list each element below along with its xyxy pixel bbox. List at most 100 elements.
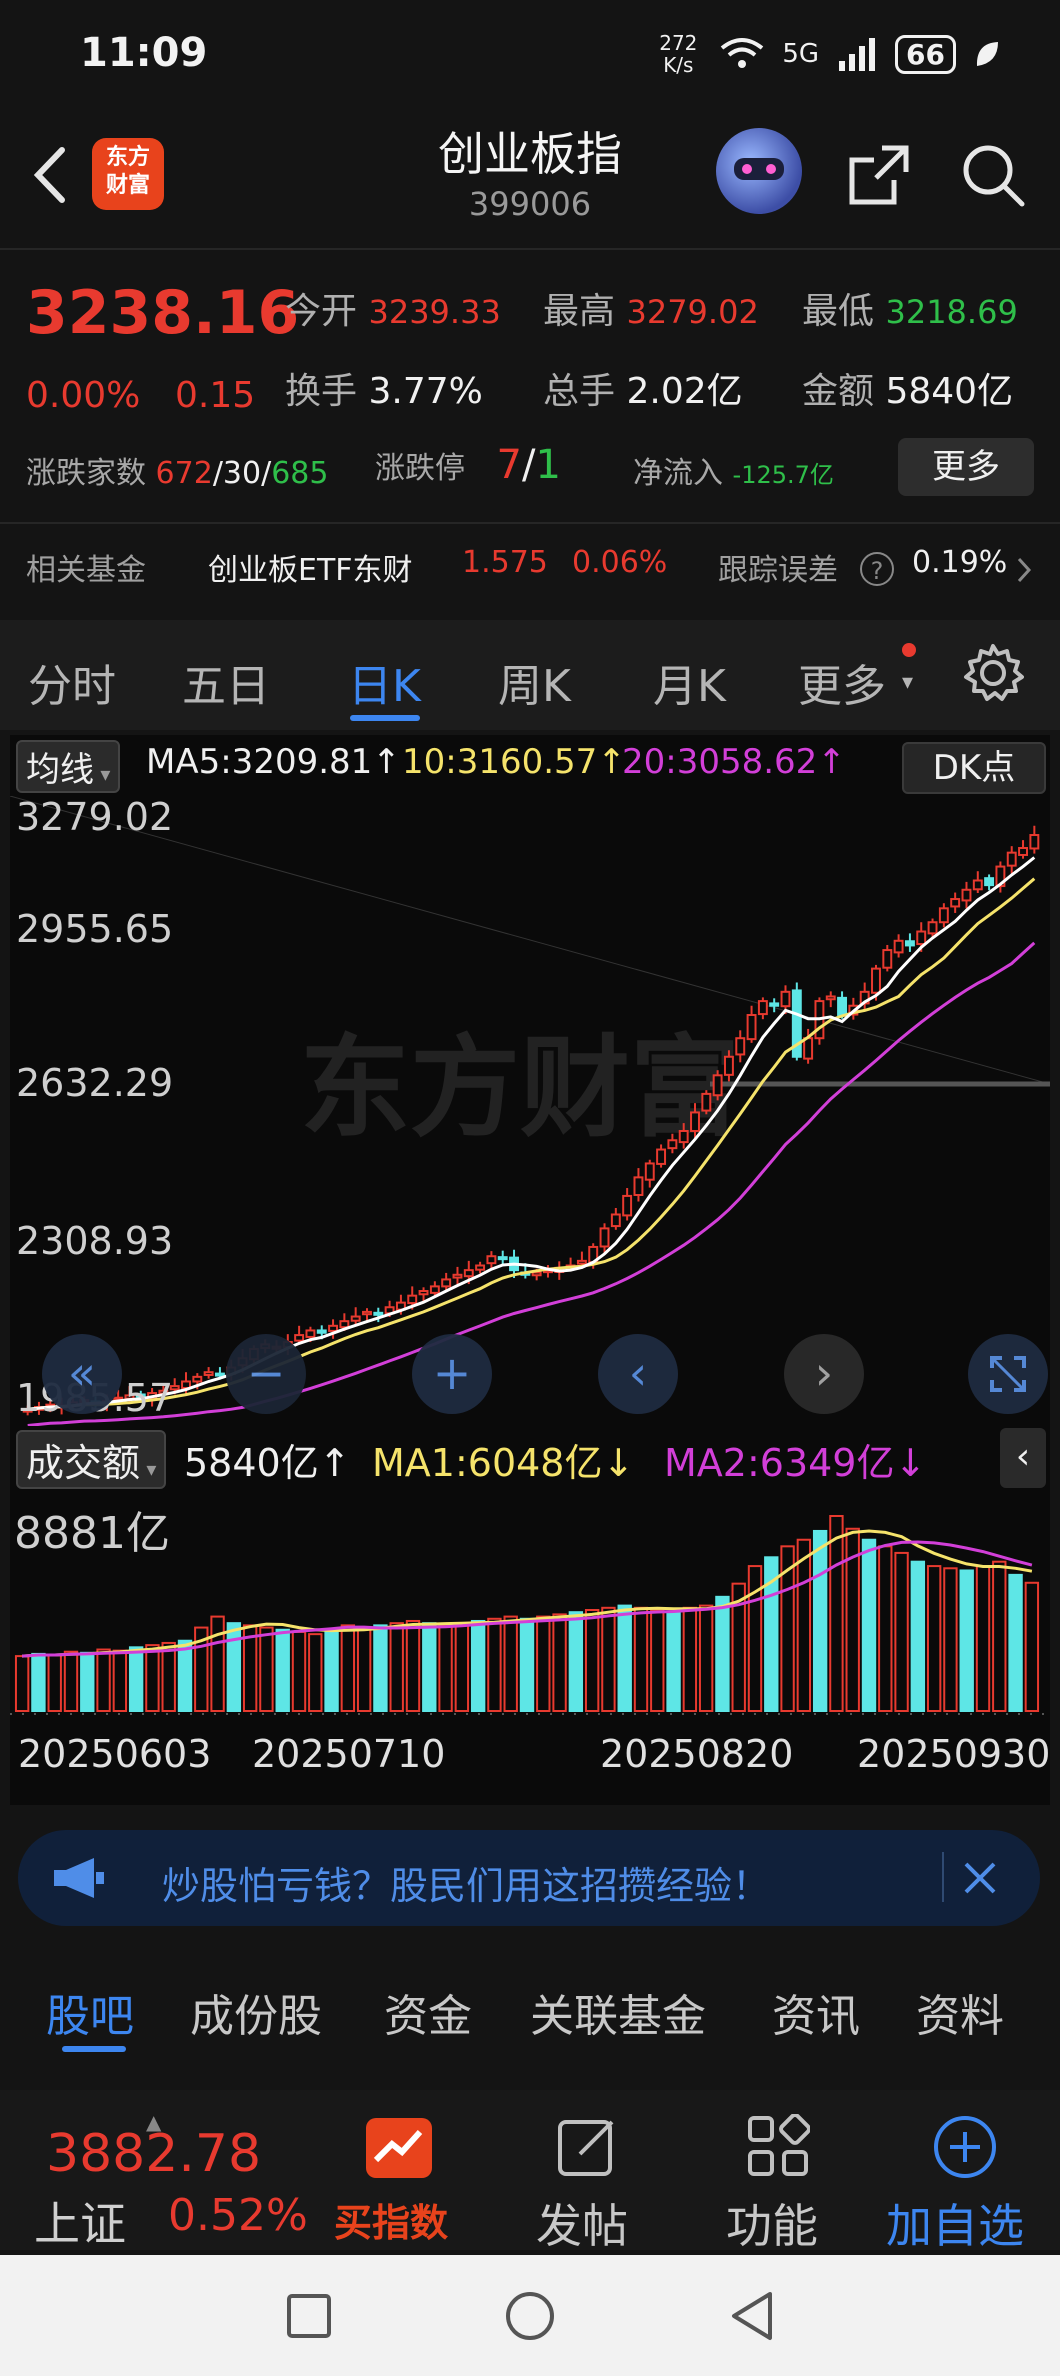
volume-bar xyxy=(503,1615,518,1712)
candle-body xyxy=(328,1324,339,1332)
net-speed: 272 K/s xyxy=(659,31,698,77)
volume-bar xyxy=(552,1613,567,1712)
scroll-right-button[interactable]: › xyxy=(784,1334,864,1414)
close-icon[interactable] xyxy=(960,1858,1000,1898)
sh-index-name[interactable]: 上证 xyxy=(34,2188,126,2254)
dk-point-button[interactable]: DK点 xyxy=(902,742,1046,794)
search-icon[interactable] xyxy=(958,140,1028,210)
volume-bar xyxy=(894,1551,909,1712)
ma10-value: 10:3160.57↑ xyxy=(402,742,626,782)
volume-bar xyxy=(617,1604,632,1712)
tab-more-caret-icon: ▾ xyxy=(902,670,914,695)
notification-dot xyxy=(902,643,916,657)
price-axis-3: 2632.29 xyxy=(16,1061,173,1105)
add-watchlist-label[interactable]: 加自选 xyxy=(886,2190,1024,2256)
tab-more[interactable]: 更多 xyxy=(798,650,886,714)
date-label: 20250603 xyxy=(18,1732,212,1776)
watermark: 东方财富 xyxy=(300,1024,740,1152)
candle-body xyxy=(893,939,904,954)
recent-apps-icon[interactable] xyxy=(286,2293,332,2339)
header-divider xyxy=(0,248,1060,250)
back-triangle-icon[interactable] xyxy=(728,2290,776,2342)
home-icon[interactable] xyxy=(504,2290,556,2342)
volume-bar xyxy=(275,1628,290,1713)
candle-body xyxy=(1018,847,1028,856)
volume-bar xyxy=(324,1628,339,1713)
buy-index-label[interactable]: 买指数 xyxy=(334,2192,448,2247)
candle-body xyxy=(825,995,836,1001)
fund-name[interactable]: 创业板ETF东财 xyxy=(208,545,413,589)
collapse-panel-icon[interactable]: ‹ xyxy=(1000,1428,1046,1488)
candle-body xyxy=(610,1213,621,1228)
tab-weekly-k[interactable]: 周K xyxy=(498,650,571,714)
tab-news[interactable]: 资讯 xyxy=(772,1980,860,2044)
candle-body xyxy=(938,907,949,924)
tab-constituents[interactable]: 成份股 xyxy=(190,1980,322,2044)
volume-bar xyxy=(226,1622,242,1712)
volume-bar xyxy=(796,1538,812,1712)
candle-body xyxy=(701,1092,712,1112)
candle-body xyxy=(305,1329,316,1338)
promo-text[interactable]: 炒股怕亏钱？股民们用这招攒经验！ xyxy=(162,1855,770,1910)
candle-body xyxy=(463,1269,474,1278)
candle-body xyxy=(904,940,915,947)
scroll-far-left-button[interactable]: « xyxy=(42,1334,122,1414)
more-stats-button[interactable]: 更多 xyxy=(898,438,1034,496)
track-error-label: 跟踪误差 xyxy=(718,553,838,588)
zoom-out-button[interactable]: − xyxy=(226,1334,306,1414)
price-axis-max: 3279.02 xyxy=(16,796,173,839)
function-label[interactable]: 功能 xyxy=(726,2190,818,2256)
tab-related-funds[interactable]: 关联基金 xyxy=(530,1980,706,2044)
fund-pct: 0.06% xyxy=(572,545,668,580)
scroll-left-button[interactable]: ‹ xyxy=(598,1334,678,1414)
candle-body xyxy=(362,1310,372,1316)
candle-body xyxy=(656,1148,667,1165)
chevron-right-icon[interactable] xyxy=(1014,555,1034,585)
kline-chart[interactable]: 东方财富 3279.02 2955.65 2632.29 2308.93 198… xyxy=(10,796,1050,1426)
post-label[interactable]: 发帖 xyxy=(536,2190,628,2256)
add-circle-icon[interactable] xyxy=(932,2114,998,2180)
share-icon[interactable] xyxy=(844,140,914,210)
candle-body xyxy=(373,1311,384,1316)
candle-body xyxy=(803,1037,814,1060)
sh-index-pct[interactable]: 0.52% xyxy=(168,2190,308,2241)
battery-indicator: 66 xyxy=(895,34,956,74)
volume-bar xyxy=(812,1529,828,1712)
volume-bar xyxy=(112,1649,128,1712)
volume-bar xyxy=(422,1622,437,1712)
tab-forum[interactable]: 股吧 xyxy=(46,1980,134,2044)
assistant-robot-icon[interactable] xyxy=(716,128,802,214)
post-edit-icon[interactable] xyxy=(556,2114,620,2178)
limit-stat: 涨跌停 7/1 xyxy=(375,442,561,488)
fullscreen-icon[interactable] xyxy=(968,1334,1048,1414)
tab-intraday[interactable]: 分时 xyxy=(28,650,116,714)
volume-indicator-select[interactable]: 成交额 ▾ xyxy=(16,1430,167,1489)
open-stat: 今开 3239.33 xyxy=(285,291,501,332)
gear-icon[interactable] xyxy=(962,642,1024,704)
candle-body xyxy=(723,1055,734,1076)
help-icon[interactable]: ? xyxy=(860,552,894,586)
candle-body xyxy=(690,1111,700,1132)
volume-bar xyxy=(145,1644,160,1713)
volume-bar xyxy=(14,1655,30,1712)
fund-label: 相关基金 xyxy=(26,553,146,588)
trend-icon[interactable] xyxy=(366,2118,432,2178)
volume-bar xyxy=(878,1545,893,1712)
tab-five-day[interactable]: 五日 xyxy=(182,650,270,714)
sh-index-price[interactable]: 3882.78 xyxy=(46,2124,261,2184)
turnover-stat: 换手 3.77% xyxy=(285,371,483,412)
current-price: 3238.16 xyxy=(26,278,300,348)
apps-grid-icon[interactable] xyxy=(746,2114,810,2178)
tab-profile[interactable]: 资料 xyxy=(916,1980,1004,2044)
volume-chart[interactable]: 8881亿 xyxy=(10,1496,1050,1726)
tab-monthly-k[interactable]: 月K xyxy=(653,650,726,714)
candle-body xyxy=(927,921,938,935)
volume-bar xyxy=(650,1608,665,1712)
breadth-stat: 涨跌家数 672/30/685 xyxy=(26,456,329,491)
candle-body xyxy=(497,1256,508,1261)
tab-daily-k[interactable]: 日K xyxy=(348,650,421,714)
change-value: 0.15 xyxy=(175,375,256,416)
indicator-select[interactable]: 均线 ▾ xyxy=(16,740,121,793)
tab-funds-flow[interactable]: 资金 xyxy=(384,1980,472,2044)
zoom-in-button[interactable]: + xyxy=(412,1334,492,1414)
